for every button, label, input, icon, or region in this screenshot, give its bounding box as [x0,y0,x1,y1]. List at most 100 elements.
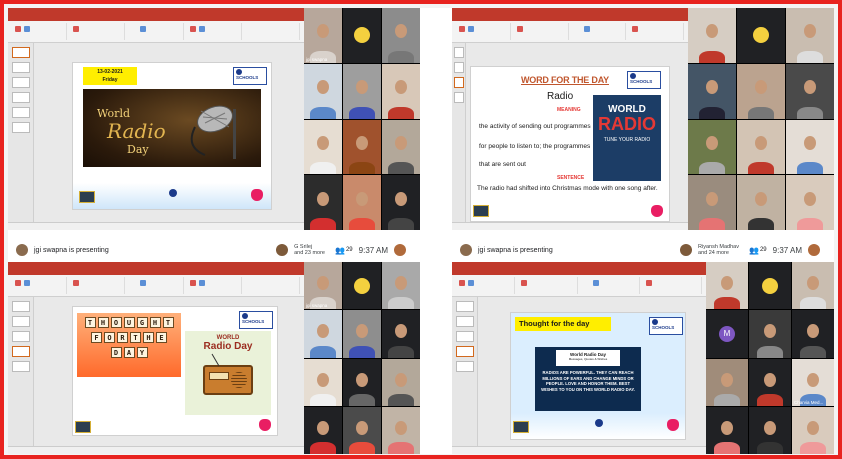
powerpoint-window: Thought for the day SCHOOLS World Radio … [452,262,706,454]
video-tile[interactable] [304,358,342,406]
video-tile[interactable]: jgi swapna [304,262,342,310]
letter-tile: U [123,317,135,328]
participant-count: 29 [759,247,767,253]
video-tile[interactable] [786,63,834,119]
microphone-icon [190,105,236,159]
video-tile[interactable] [737,119,785,175]
video-tile-initial[interactable]: M [706,310,748,358]
video-tile[interactable] [343,262,381,310]
date-box: 13-02-2021 Friday [83,67,137,85]
video-grid [688,8,834,230]
video-tile[interactable] [304,406,342,454]
slide-thumbnails[interactable] [452,297,478,446]
video-tile[interactable] [737,175,785,230]
video-tile[interactable] [304,119,342,175]
presenting-text: jgi swapna is presenting [34,246,109,254]
letter-tile: E [156,332,167,343]
video-tile[interactable] [737,8,785,63]
ppt-ribbon[interactable] [8,275,304,297]
powerpoint-window: WORD FOR THE DAY SCHOOLS Radio MEANING t… [452,8,688,230]
video-tile[interactable]: Charvia Med... [792,358,834,406]
video-tile[interactable] [688,8,736,63]
video-tile[interactable] [382,406,420,454]
video-tile[interactable] [706,406,748,454]
avatar[interactable] [808,244,820,256]
ppt-status-bar [452,446,706,454]
ppt-title-bar [8,8,304,15]
avatar[interactable] [394,244,406,256]
avatar [276,244,289,256]
video-tile[interactable] [343,406,381,454]
letter-tile: A [123,347,135,358]
video-tile[interactable] [786,119,834,175]
video-tile[interactable] [688,63,736,119]
participants-summary[interactable]: Riyansh Madhav and 24 more [698,244,739,256]
video-tile[interactable] [688,119,736,175]
card-radio-day-label: Radio Day [203,341,253,352]
slide-thumbnails[interactable] [8,43,34,222]
video-tile[interactable] [382,175,420,230]
video-tile[interactable] [343,8,381,63]
ppt-status-bar [8,446,304,454]
video-tile[interactable] [792,262,834,310]
meaning-line-2: for people to listen to; the programmes [479,143,591,150]
ppt-title-bar [452,8,688,15]
avatar [460,244,472,256]
video-tile[interactable] [786,175,834,230]
heart-sticker-icon [667,419,679,431]
video-tile[interactable] [382,8,420,63]
avatar [680,244,693,256]
video-tile[interactable] [706,262,748,310]
video-tile[interactable] [688,175,736,230]
ppt-ribbon[interactable] [8,21,304,43]
video-tile[interactable] [792,310,834,358]
slide-thought-for-the-day: THOUGHT FORTHE DAY SCHOOLS WORLD Radio D… [72,306,278,436]
presenting-text: jgi swapna is presenting [478,246,553,254]
slide-thumbnails[interactable] [452,43,466,222]
slide-word-for-the-day: WORD FOR THE DAY SCHOOLS Radio MEANING t… [470,66,670,222]
video-tile[interactable] [382,63,420,119]
video-tile[interactable] [749,310,791,358]
video-tile[interactable] [343,119,381,175]
slide-heading: Thought for the day [515,317,611,331]
video-tile[interactable] [304,310,342,358]
ppt-status-bar [8,222,304,230]
banner-day-text: Day [127,143,149,156]
video-tile[interactable] [304,175,342,230]
ppt-ribbon[interactable] [452,275,706,297]
video-tile[interactable] [343,310,381,358]
ppt-title-bar [452,262,706,269]
video-tile[interactable] [343,63,381,119]
video-tile[interactable] [749,406,791,454]
schools-logo: SCHOOLS [239,311,273,329]
video-tile[interactable] [382,119,420,175]
video-tile[interactable] [706,358,748,406]
participants-icon[interactable]: 👥 [749,246,759,255]
letter-tile: D [110,347,122,358]
participants-icon[interactable]: 👥 [335,246,345,255]
thought-for-the-day-title: THOUGHT FORTHE DAY [77,313,181,377]
video-tile[interactable] [749,262,791,310]
slide-thumbnails[interactable] [8,297,34,446]
video-tile[interactable] [749,358,791,406]
video-tile[interactable] [343,358,381,406]
example-sentence: The radio had shifted into Christmas mod… [477,185,658,192]
slide-footer [73,183,271,209]
participants-summary[interactable]: G Srilej and 23 more [294,244,325,256]
video-tile[interactable] [343,175,381,230]
video-tile[interactable] [792,406,834,454]
video-tile[interactable] [737,63,785,119]
letter-tile: T [130,332,141,343]
quadrant-slide-thought-for-the-day: THOUGHT FORTHE DAY SCHOOLS WORLD Radio D… [8,262,420,454]
card-message: RADIOS ARE POWERFUL. THEY CAN REACH MILL… [541,370,635,392]
meet-presenting-bar-right: jgi swapna is presenting Riyansh Madhav … [452,238,834,262]
radio-day-quote-card: World Radio Day Messages, Quotes & Wishes… [535,347,641,411]
video-tile[interactable] [382,262,420,310]
vintage-radio-icon [203,353,253,395]
video-tile[interactable] [304,63,342,119]
video-tile[interactable]: jgi swapna [304,8,342,63]
video-tile[interactable] [786,8,834,63]
ppt-ribbon[interactable] [452,21,688,43]
video-tile[interactable] [382,358,420,406]
video-tile[interactable] [382,310,420,358]
